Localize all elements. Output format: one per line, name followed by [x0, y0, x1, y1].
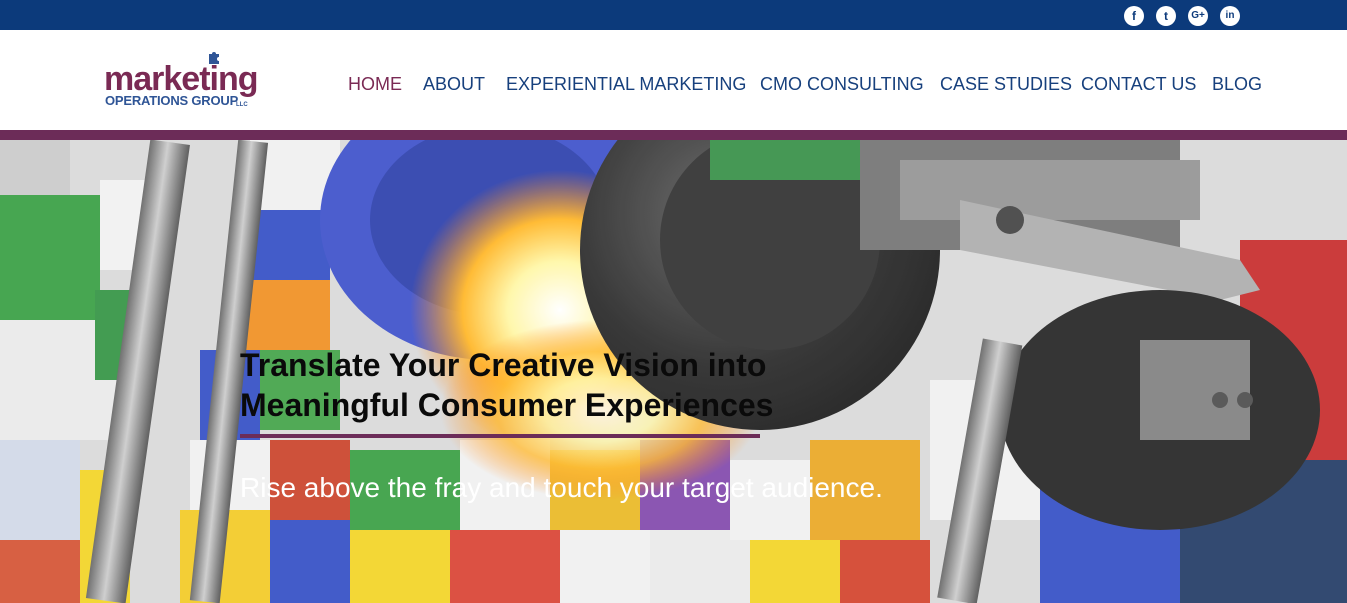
facebook-icon[interactable]: f: [1124, 6, 1144, 26]
linkedin-icon[interactable]: in: [1220, 6, 1240, 26]
nav-item-blog[interactable]: BLOG: [1212, 72, 1262, 96]
nav-item-home[interactable]: HOME: [348, 72, 402, 96]
main-navigation: HOME ABOUT EXPERIENTIAL MARKETING CMO CO…: [0, 72, 1347, 96]
nav-item-about[interactable]: ABOUT: [423, 72, 485, 96]
nav-item-cmo-consulting[interactable]: CMO CONSULTING: [760, 72, 924, 96]
hero-subheadline: Rise above the fray and touch your targe…: [240, 472, 883, 503]
hero-headline-line-1: Translate Your Creative Vision into: [240, 347, 767, 383]
social-links: f t G+ in: [1124, 6, 1240, 26]
hero-divider: [240, 434, 760, 438]
hero-headline-line-2: Meaningful Consumer Experiences: [240, 387, 774, 423]
nav-item-case-studies[interactable]: CASE STUDIES: [940, 72, 1072, 96]
nav-item-experiential-marketing[interactable]: EXPERIENTIAL MARKETING: [506, 72, 746, 96]
site-header: marketing OPERATIONS GROUP LLC HOME ABOU…: [0, 30, 1347, 130]
header-divider: [0, 130, 1347, 140]
nav-item-contact-us[interactable]: CONTACT US: [1081, 72, 1196, 96]
hero-headline: Translate Your Creative Vision into Mean…: [240, 345, 880, 425]
hero-banner: Translate Your Creative Vision into Mean…: [0, 140, 1347, 603]
google-plus-icon[interactable]: G+: [1188, 6, 1208, 26]
twitter-icon[interactable]: t: [1156, 6, 1176, 26]
logo-suffix: LLC: [236, 102, 248, 108]
top-bar: f t G+ in: [0, 0, 1347, 30]
logo-subtitle: OPERATIONS GROUP: [105, 93, 239, 108]
